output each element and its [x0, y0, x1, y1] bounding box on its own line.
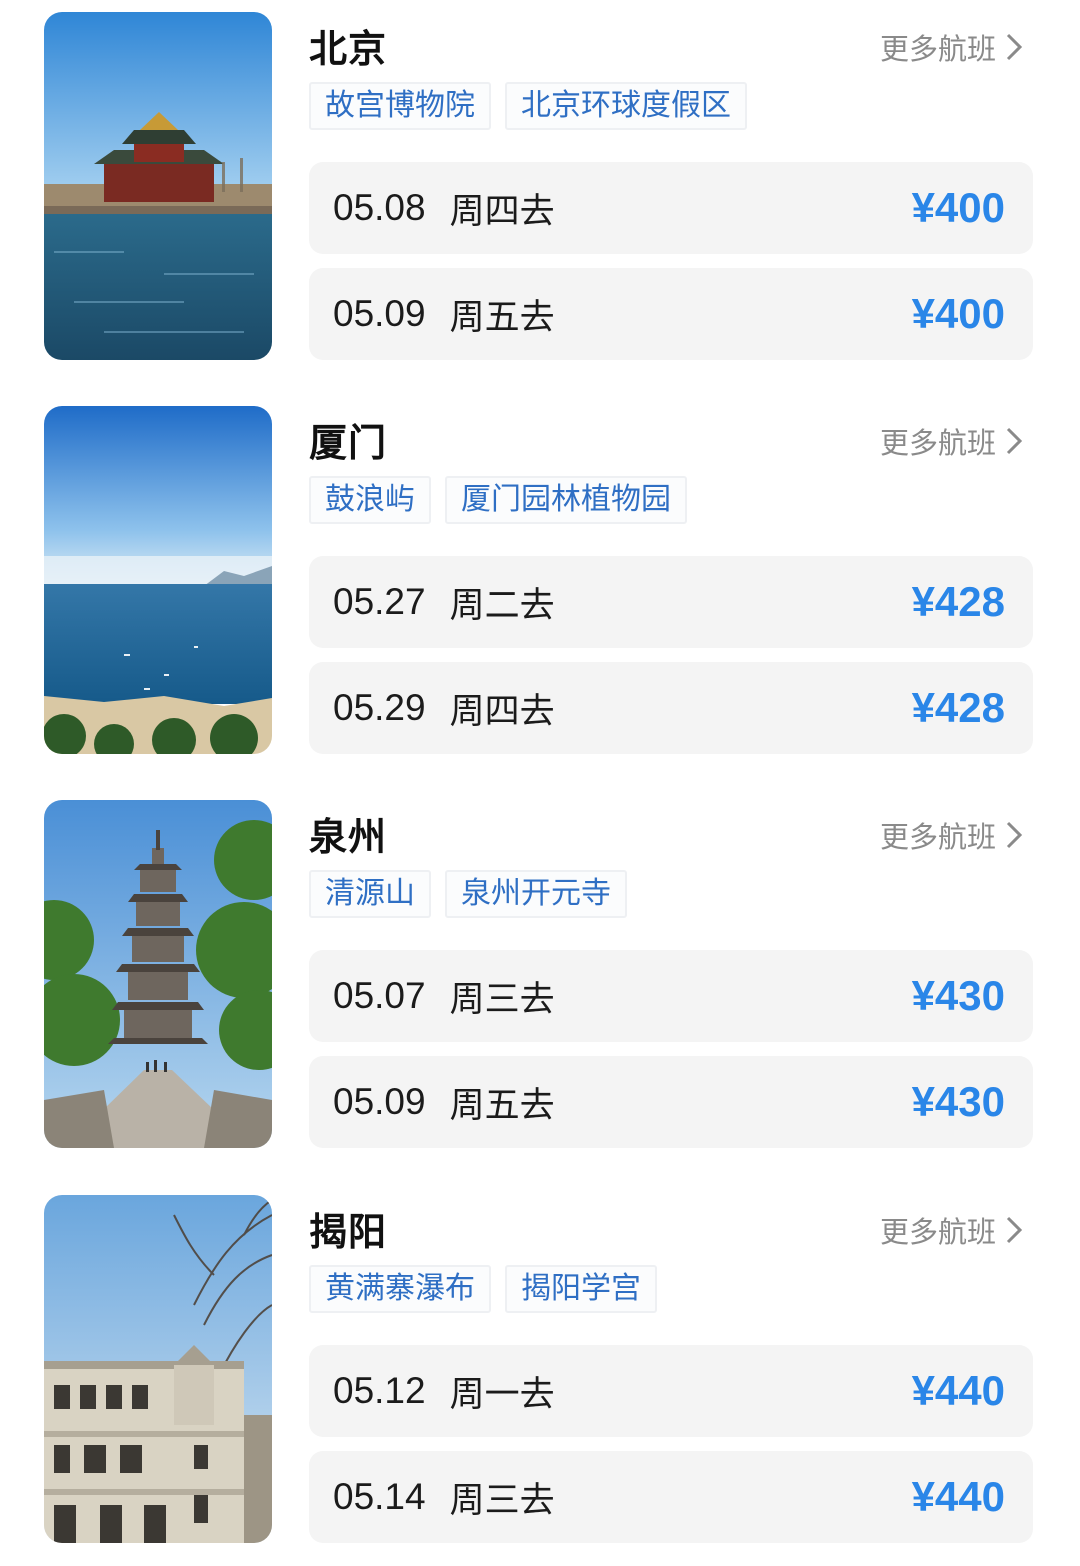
attraction-tag[interactable]: 北京环球度假区	[505, 82, 747, 130]
flight-price: ¥440	[911, 1473, 1005, 1520]
flight-date: 05.09	[333, 1081, 426, 1122]
flight-weekday: 周五去	[449, 1085, 555, 1126]
more-flights-label: 更多航班	[879, 426, 996, 460]
flight-weekday: 周四去	[449, 191, 555, 232]
destination-card-jieyang[interactable]: 揭阳 更多航班 黄满寨瀑布 揭阳学宫 05.12 周一去 ¥440 05.14 …	[0, 1195, 1080, 1555]
chevron-right-icon	[1006, 821, 1023, 849]
attraction-tag[interactable]: 故宫博物院	[309, 82, 491, 130]
flight-weekday: 周四去	[449, 691, 555, 732]
chevron-right-icon	[1006, 1216, 1023, 1244]
flight-weekday: 周三去	[449, 979, 555, 1020]
chevron-right-icon	[1006, 33, 1023, 61]
forbidden-city-corner-tower-image	[44, 12, 272, 360]
destination-card-quanzhou[interactable]: 泉州 更多航班 清源山 泉州开元寺 05.07 周三去 ¥430 05.09 周…	[0, 800, 1080, 1160]
city-name: 厦门	[309, 421, 388, 465]
flight-date: 05.07	[333, 975, 426, 1016]
xiamen-seaside-image	[44, 406, 272, 754]
attraction-tag[interactable]: 清源山	[309, 870, 431, 918]
flight-price: ¥400	[911, 290, 1005, 337]
flight-date-group: 05.08 周四去	[333, 183, 555, 234]
flight-date-group: 05.14 周三去	[333, 1472, 555, 1523]
flight-option-row[interactable]: 05.12 周一去 ¥440	[309, 1345, 1033, 1437]
flight-option-row[interactable]: 05.29 周四去 ¥428	[309, 662, 1033, 754]
destination-photo-beijing[interactable]	[44, 12, 272, 360]
flight-price: ¥440	[911, 1367, 1005, 1414]
more-flights-label: 更多航班	[879, 32, 996, 66]
attraction-tag[interactable]: 厦门园林植物园	[445, 476, 687, 524]
attraction-tag[interactable]: 鼓浪屿	[309, 476, 431, 524]
flight-price: ¥400	[911, 184, 1005, 231]
attraction-tag[interactable]: 黄满寨瀑布	[309, 1265, 491, 1313]
attraction-tag[interactable]: 揭阳学宫	[505, 1265, 657, 1313]
flight-date-group: 05.29 周四去	[333, 683, 555, 734]
destination-card-beijing[interactable]: 北京 更多航班 故宫博物院 北京环球度假区 05.08 周四去 ¥400 05.…	[0, 12, 1080, 372]
kaiyuan-pagoda-image	[44, 800, 272, 1148]
destination-photo-quanzhou[interactable]	[44, 800, 272, 1148]
attraction-tags: 故宫博物院 北京环球度假区	[309, 82, 747, 130]
flight-weekday: 周一去	[449, 1374, 555, 1415]
attraction-tags: 黄满寨瀑布 揭阳学宫	[309, 1265, 657, 1313]
city-name: 泉州	[309, 815, 388, 859]
flight-date: 05.12	[333, 1370, 426, 1411]
attraction-tags: 鼓浪屿 厦门园林植物园	[309, 476, 687, 524]
flight-date-group: 05.07 周三去	[333, 971, 555, 1022]
destination-card-xiamen[interactable]: 厦门 更多航班 鼓浪屿 厦门园林植物园 05.27 周二去 ¥428 05.29…	[0, 406, 1080, 766]
flight-option-row[interactable]: 05.14 周三去 ¥440	[309, 1451, 1033, 1543]
flight-date-group: 05.12 周一去	[333, 1366, 555, 1417]
flight-price: ¥430	[911, 1078, 1005, 1125]
city-name: 揭阳	[309, 1210, 388, 1254]
flight-option-row[interactable]: 05.08 周四去 ¥400	[309, 162, 1033, 254]
more-flights-label: 更多航班	[879, 820, 996, 854]
more-flights-link[interactable]: 更多航班	[880, 814, 1026, 856]
flight-date: 05.29	[333, 687, 426, 728]
flight-date-group: 05.09 周五去	[333, 1077, 555, 1128]
destination-list: 北京 更多航班 故宫博物院 北京环球度假区 05.08 周四去 ¥400 05.…	[0, 0, 1080, 1566]
flight-date-group: 05.09 周五去	[333, 289, 555, 340]
attraction-tags: 清源山 泉州开元寺	[309, 870, 627, 918]
flight-weekday: 周二去	[449, 585, 555, 626]
destination-photo-jieyang[interactable]	[44, 1195, 272, 1543]
flight-price: ¥428	[911, 684, 1005, 731]
flight-weekday: 周五去	[449, 297, 555, 338]
flight-date: 05.09	[333, 293, 426, 334]
flight-option-row[interactable]: 05.09 周五去 ¥430	[309, 1056, 1033, 1148]
more-flights-link[interactable]: 更多航班	[880, 420, 1026, 462]
flight-price: ¥428	[911, 578, 1005, 625]
more-flights-label: 更多航班	[879, 1215, 996, 1249]
flight-date: 05.14	[333, 1476, 426, 1517]
destination-photo-xiamen[interactable]	[44, 406, 272, 754]
flight-option-row[interactable]: 05.07 周三去 ¥430	[309, 950, 1033, 1042]
flight-option-row[interactable]: 05.09 周五去 ¥400	[309, 268, 1033, 360]
flight-price: ¥430	[911, 972, 1005, 1019]
flight-weekday: 周三去	[449, 1480, 555, 1521]
more-flights-link[interactable]: 更多航班	[880, 1209, 1026, 1251]
jieyang-colonial-building-image	[44, 1195, 272, 1543]
flight-date: 05.08	[333, 187, 426, 228]
flight-option-row[interactable]: 05.27 周二去 ¥428	[309, 556, 1033, 648]
flight-date: 05.27	[333, 581, 426, 622]
attraction-tag[interactable]: 泉州开元寺	[445, 870, 627, 918]
flight-date-group: 05.27 周二去	[333, 577, 555, 628]
city-name: 北京	[309, 27, 388, 71]
more-flights-link[interactable]: 更多航班	[880, 26, 1026, 68]
chevron-right-icon	[1006, 427, 1023, 455]
